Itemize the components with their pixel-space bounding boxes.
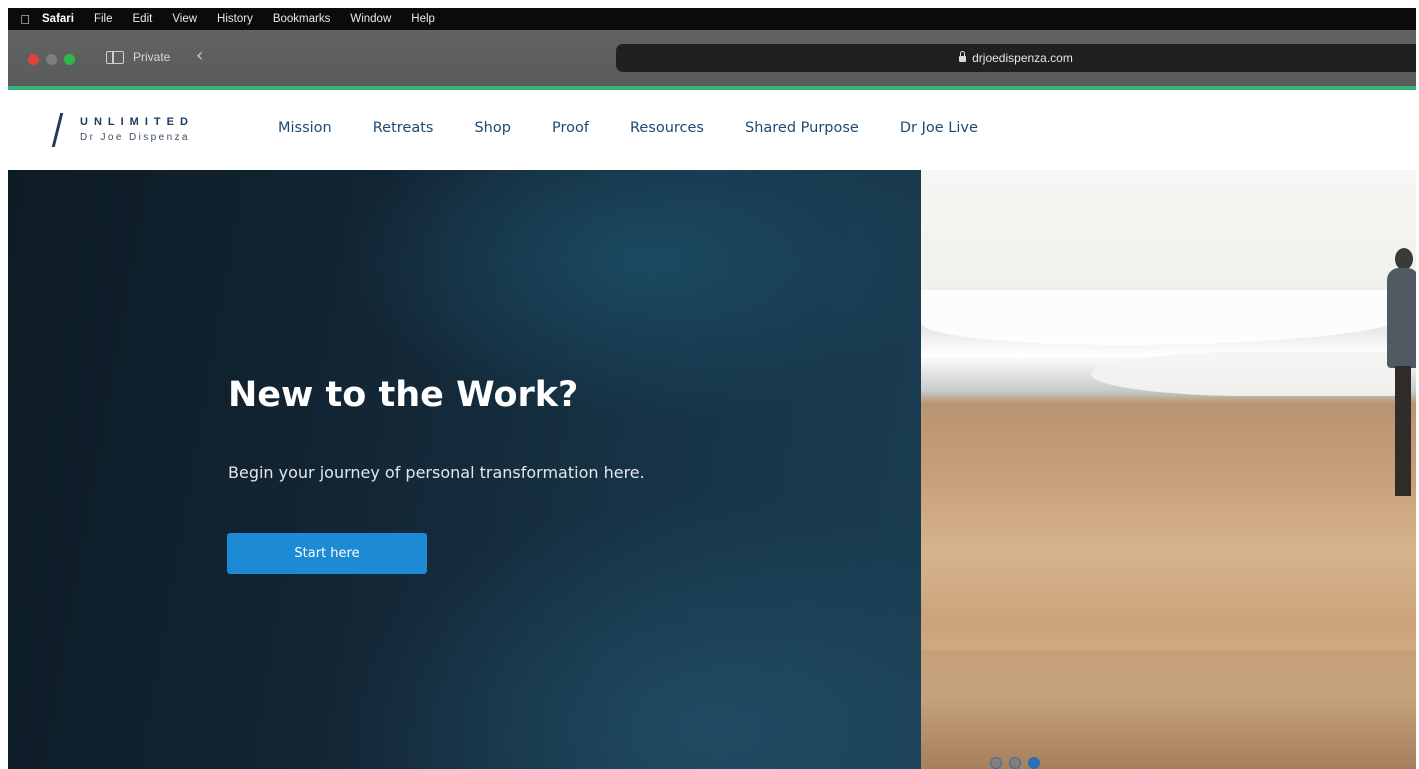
nav-resources[interactable]: Resources [630, 120, 704, 136]
window-controls [28, 54, 75, 65]
menu-file[interactable]: File [94, 13, 113, 25]
fullscreen-window-button[interactable] [64, 54, 75, 65]
logo-title[interactable]: UNLIMITED [80, 116, 194, 128]
back-chevron-icon[interactable]: ‹ [196, 45, 203, 66]
macos-menu-bar:  Safari File Edit View History Bookmark… [8, 8, 1416, 30]
main-nav: Mission Retreats Shop Proof Resources Sh… [278, 120, 978, 136]
menu-safari[interactable]: Safari [42, 13, 74, 25]
address-bar-url: drjoedispenza.com [972, 51, 1073, 65]
hero-dark-panel: New to the Work? Begin your journey of p… [8, 170, 921, 769]
menu-help[interactable]: Help [411, 13, 435, 25]
minimize-window-button[interactable] [46, 54, 57, 65]
menu-edit[interactable]: Edit [133, 13, 153, 25]
nav-retreats[interactable]: Retreats [373, 120, 434, 136]
apple-logo-icon[interactable]:  [8, 12, 42, 27]
carousel-dot-1[interactable] [990, 757, 1002, 769]
menu-window[interactable]: Window [350, 13, 391, 25]
hero-surf-wave [921, 290, 1416, 345]
sidebar-toggle-icon[interactable] [106, 51, 124, 64]
hero-title: New to the Work? [228, 375, 579, 415]
screen:  Safari File Edit View History Bookmark… [8, 8, 1416, 769]
hero-sand-shadow [921, 650, 1416, 769]
carousel-dot-2[interactable] [1009, 757, 1021, 769]
logo-slash-mark[interactable] [51, 113, 64, 147]
nav-dr-joe-live[interactable]: Dr Joe Live [900, 120, 978, 136]
private-mode-label: Private [133, 50, 171, 64]
carousel-dot-3[interactable] [1028, 757, 1040, 769]
start-here-button[interactable]: Start here [227, 533, 427, 574]
menu-history[interactable]: History [217, 13, 253, 25]
menu-bookmarks[interactable]: Bookmarks [273, 13, 331, 25]
hero-person-figure [1383, 248, 1416, 498]
nav-proof[interactable]: Proof [552, 120, 589, 136]
address-bar[interactable]: drjoedispenza.com [616, 44, 1416, 72]
close-window-button[interactable] [28, 54, 39, 65]
carousel-pagination [990, 757, 1040, 769]
nav-shop[interactable]: Shop [474, 120, 510, 136]
browser-toolbar: Private ‹ drjoedispenza.com [8, 30, 1416, 86]
nav-shared-purpose[interactable]: Shared Purpose [745, 120, 859, 136]
hero-surf-wave-lower [1091, 352, 1411, 396]
site-header: UNLIMITED Dr Joe Dispenza Mission Retrea… [8, 90, 1416, 170]
hero-beach-image [921, 170, 1416, 769]
menu-view[interactable]: View [172, 13, 197, 25]
nav-mission[interactable]: Mission [278, 120, 332, 136]
hero-carousel: New to the Work? Begin your journey of p… [8, 170, 1416, 769]
hero-subtitle: Begin your journey of personal transform… [228, 463, 645, 482]
logo-subtitle[interactable]: Dr Joe Dispenza [80, 132, 190, 143]
lock-icon [959, 51, 967, 62]
